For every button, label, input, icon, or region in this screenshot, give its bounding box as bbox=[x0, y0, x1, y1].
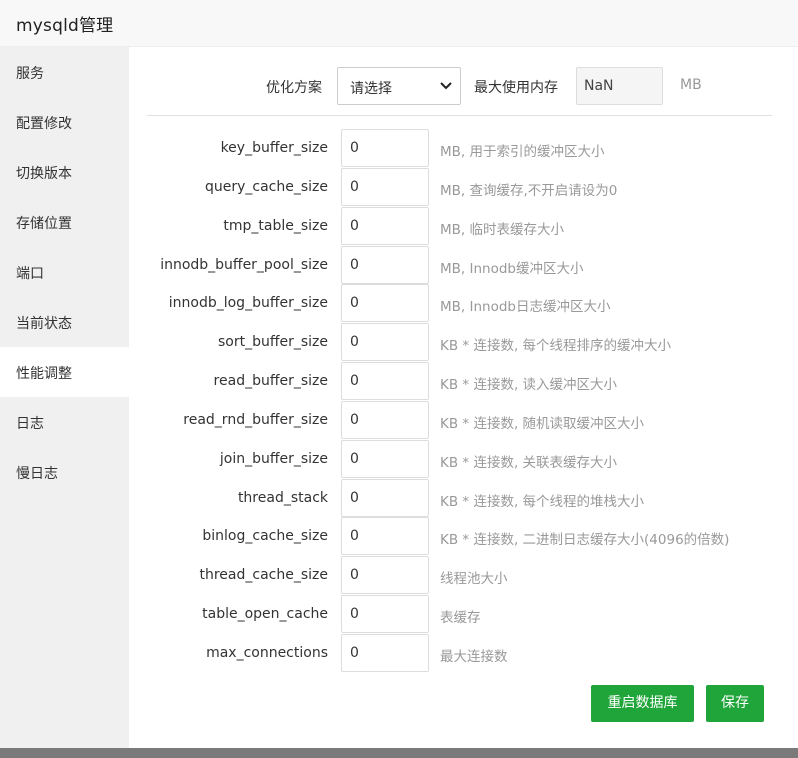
param-hint: KB * 连接数, 每个线程的堆栈大小 bbox=[440, 493, 645, 510]
param-hint: KB * 连接数, 读入缓冲区大小 bbox=[440, 377, 618, 394]
param-label: tmp_table_size bbox=[223, 217, 328, 234]
param-row: tmp_table_size MB, 临时表缓存大小 bbox=[129, 206, 798, 246]
param-list: key_buffer_size MB, 用于索引的缓冲区大小 query_cache… bbox=[129, 129, 798, 673]
param-label: thread_cache_size bbox=[199, 567, 329, 584]
sidebar-item-service[interactable]: 服务 bbox=[0, 47, 129, 97]
param-input[interactable] bbox=[341, 400, 429, 439]
sidebar-item-port[interactable]: 端口 bbox=[0, 247, 129, 297]
param-row: innodb_buffer_pool_size MB, Innodb缓冲区大小 bbox=[129, 245, 798, 285]
param-label: key_buffer_size bbox=[220, 140, 328, 156]
optimize-select[interactable]: 请选择 bbox=[337, 67, 461, 105]
dialog-title: mysqld管理 bbox=[16, 16, 114, 36]
param-input[interactable] bbox=[341, 167, 429, 206]
param-hint: KB * 连接数, 关联表缓存大小 bbox=[440, 454, 618, 471]
param-input[interactable] bbox=[341, 517, 429, 556]
max-memory-unit: MB bbox=[680, 77, 702, 93]
param-row: sort_buffer_size KB * 连接数, 每个线程排序的缓冲大小 bbox=[129, 323, 798, 362]
chevron-down-icon bbox=[440, 82, 452, 90]
param-input[interactable] bbox=[341, 129, 429, 167]
param-row: thread_stack KB * 连接数, 每个线程的堆栈大小 bbox=[129, 478, 798, 518]
param-row: key_buffer_size MB, 用于索引的缓冲区大小 bbox=[129, 129, 798, 168]
sidebar-item-performance[interactable]: 性能调整 bbox=[0, 347, 129, 397]
param-input[interactable] bbox=[341, 284, 429, 323]
param-row: max_connections 最大连接数 bbox=[129, 633, 798, 673]
param-row: query_cache_size MB, 查询缓存,不开启请设为0 bbox=[129, 167, 798, 207]
optimize-label: 优化方案 bbox=[266, 80, 322, 96]
max-memory-label: 最大使用内存 bbox=[474, 80, 558, 96]
param-hint: 表缓存 bbox=[440, 610, 481, 627]
dialog-header: mysqld管理 bbox=[0, 0, 798, 47]
max-memory-field[interactable]: NaN bbox=[576, 67, 663, 105]
sidebar-item-version[interactable]: 切换版本 bbox=[0, 147, 129, 197]
sidebar-item-log[interactable]: 日志 bbox=[0, 397, 129, 447]
save-button[interactable]: 保存 bbox=[706, 685, 764, 722]
param-hint: KB * 连接数, 每个线程排序的缓冲大小 bbox=[440, 338, 672, 355]
param-label: max_connections bbox=[206, 644, 328, 661]
optimize-row: 优化方案 请选择 最大使用内存 NaN MB bbox=[129, 67, 798, 105]
param-label: innodb_log_buffer_size bbox=[168, 295, 328, 312]
param-input[interactable] bbox=[341, 323, 429, 362]
sidebar-item-storage[interactable]: 存储位置 bbox=[0, 197, 129, 247]
param-input[interactable] bbox=[341, 439, 429, 478]
param-row: table_open_cache 表缓存 bbox=[129, 595, 798, 634]
backdrop bbox=[0, 748, 798, 758]
param-row: read_buffer_size KB * 连接数, 读入缓冲区大小 bbox=[129, 362, 798, 401]
param-row: read_rnd_buffer_size KB * 连接数, 随机读取缓冲区大小 bbox=[129, 400, 798, 440]
param-hint: 线程池大小 bbox=[440, 571, 508, 588]
param-hint: MB, 查询缓存,不开启请设为0 bbox=[440, 182, 618, 199]
param-hint: 最大连接数 bbox=[440, 648, 508, 665]
param-label: innodb_buffer_pool_size bbox=[160, 256, 328, 273]
param-row: join_buffer_size KB * 连接数, 关联表缓存大小 bbox=[129, 439, 798, 479]
param-row: thread_cache_size 线程池大小 bbox=[129, 556, 798, 595]
param-hint: KB * 连接数, 随机读取缓冲区大小 bbox=[440, 415, 645, 432]
param-hint: MB, 临时表缓存大小 bbox=[440, 221, 564, 238]
sidebar-item-status[interactable]: 当前状态 bbox=[0, 297, 129, 347]
param-label: join_buffer_size bbox=[219, 450, 328, 467]
param-row: binlog_cache_size KB * 连接数, 二进制日志缓存大小(409… bbox=[129, 517, 798, 556]
divider bbox=[147, 115, 772, 116]
param-input[interactable] bbox=[341, 206, 429, 245]
restart-database-button[interactable]: 重启数据库 bbox=[591, 685, 694, 722]
param-input[interactable] bbox=[341, 595, 429, 634]
sidebar-item-slow-log[interactable]: 慢日志 bbox=[0, 447, 129, 497]
performance-panel: 优化方案 请选择 最大使用内存 NaN MB key_buffer_size MB… bbox=[129, 47, 798, 748]
param-label: query_cache_size bbox=[204, 178, 328, 195]
mysqld-dialog: mysqld管理 服务 配置修改 切换版本 存储位置 端口 当前状态 性能调整 日志 慢日志 优… bbox=[0, 0, 798, 748]
param-label: table_open_cache bbox=[202, 606, 328, 623]
sidebar-item-config[interactable]: 配置修改 bbox=[0, 97, 129, 147]
param-label: read_rnd_buffer_size bbox=[183, 411, 328, 428]
param-label: read_buffer_size bbox=[213, 373, 328, 390]
param-label: binlog_cache_size bbox=[202, 528, 328, 545]
param-label: sort_buffer_size bbox=[217, 334, 328, 351]
param-input[interactable] bbox=[341, 478, 429, 517]
param-hint: MB, Innodb缓冲区大小 bbox=[440, 260, 584, 277]
sidebar: 服务 配置修改 切换版本 存储位置 端口 当前状态 性能调整 日志 慢日志 bbox=[0, 47, 129, 748]
param-input[interactable] bbox=[341, 362, 429, 401]
optimize-select-value: 请选择 bbox=[350, 81, 392, 97]
param-label: thread_stack bbox=[237, 489, 328, 506]
param-input[interactable] bbox=[341, 245, 429, 284]
param-input[interactable] bbox=[341, 556, 429, 595]
param-input[interactable] bbox=[341, 633, 429, 672]
param-hint: MB, Innodb日志缓冲区大小 bbox=[440, 299, 611, 316]
param-row: innodb_log_buffer_size MB, Innodb日志缓冲区大小 bbox=[129, 284, 798, 323]
param-hint: MB, 用于索引的缓冲区大小 bbox=[440, 144, 605, 160]
param-hint: KB * 连接数, 二进制日志缓存大小(4096的倍数) bbox=[440, 532, 730, 549]
